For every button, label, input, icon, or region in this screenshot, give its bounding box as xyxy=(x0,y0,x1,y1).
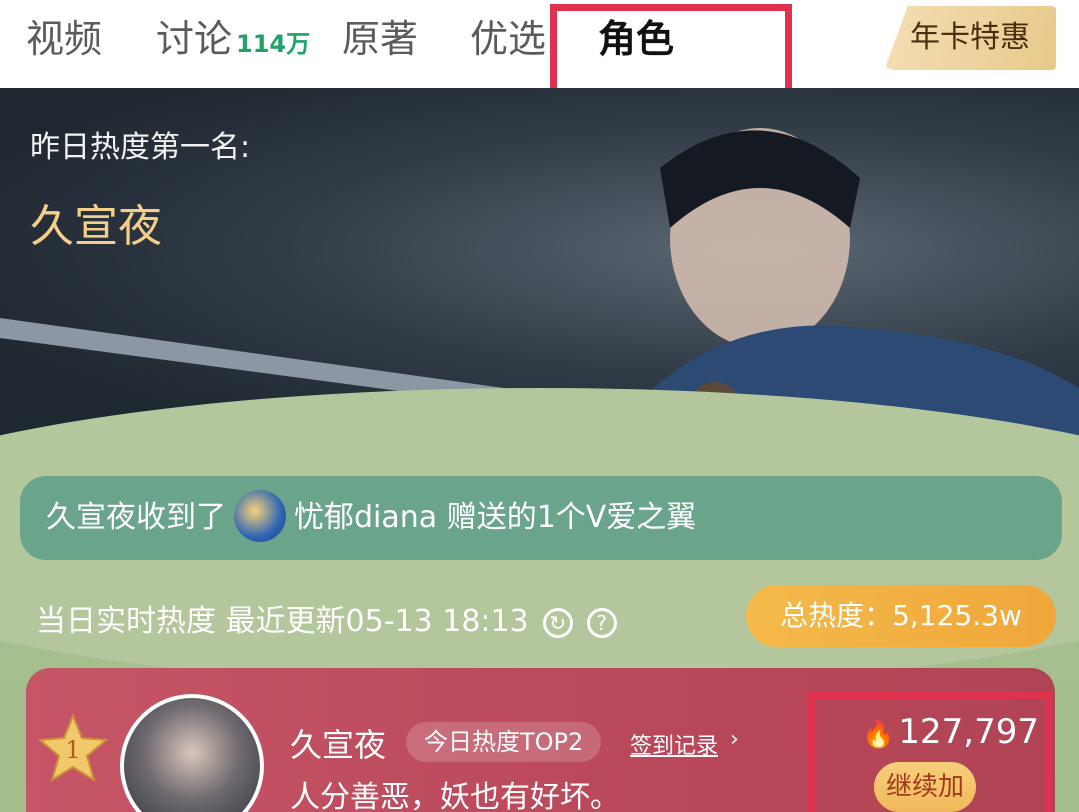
fire-icon: 🔥 xyxy=(862,720,895,750)
notice-prefix: 久宣夜收到了 xyxy=(46,500,226,535)
gifter-avatar xyxy=(234,489,286,542)
tab-label: 讨论 xyxy=(156,17,233,61)
character-heat: 🔥 127,797 xyxy=(862,712,1039,752)
tab-label: 原著 xyxy=(342,17,419,61)
tab-featured[interactable]: 优选 xyxy=(470,14,546,64)
discussion-count: 114万 xyxy=(236,30,311,58)
notice-text: 忧郁diana 赠送的1个V爱之翼 xyxy=(294,500,697,535)
tab-discussion[interactable]: 讨论 114万 xyxy=(156,14,310,69)
tab-video[interactable]: 视频 xyxy=(26,14,102,64)
realtime-heat-info: 当日实时热度 最近更新05-13 18:13 ↻? xyxy=(36,596,617,640)
character-name[interactable]: 久宣夜 xyxy=(290,720,386,766)
tab-characters[interactable]: 角色 xyxy=(598,14,674,64)
yesterday-top-label: 昨日热度第一名: xyxy=(30,130,251,165)
top-tab-bar: 视频 讨论 114万 原著 优选 角色 年卡特惠 xyxy=(0,0,1079,88)
refresh-icon[interactable]: ↻ xyxy=(542,607,573,638)
total-heat-pill[interactable]: 总热度：5,125.3w xyxy=(746,585,1056,647)
chevron-right-icon[interactable]: › xyxy=(730,727,739,752)
tab-label: 视频 xyxy=(26,17,103,61)
rank-number: 1 xyxy=(65,736,80,764)
character-motto: 人分善恶，妖也有好坏。 xyxy=(290,780,620,812)
tab-original-novel[interactable]: 原著 xyxy=(342,14,418,64)
help-icon[interactable]: ? xyxy=(586,607,617,638)
total-heat-label: 总热度：5,125.3w xyxy=(780,599,1022,632)
tab-label: 优选 xyxy=(470,17,547,61)
tab-label: 角色 xyxy=(598,17,675,61)
signin-record-link[interactable]: 签到记录 xyxy=(630,728,718,760)
gift-notice-banner[interactable]: 久宣夜收到了 忧郁diana 赠送的1个V爱之翼 xyxy=(20,476,1062,560)
annual-vip-button[interactable]: 年卡特惠 xyxy=(884,6,1056,70)
yesterday-top-name[interactable]: 久宣夜 xyxy=(30,190,162,254)
rank-badge-icon: 1 xyxy=(38,714,108,783)
continue-add-button[interactable]: 继续加 xyxy=(874,762,976,812)
today-top-tag: 今日热度TOP2 xyxy=(406,722,602,762)
vip-label: 年卡特惠 xyxy=(910,20,1030,55)
heat-value: 127,797 xyxy=(898,712,1039,752)
realtime-heat-text: 当日实时热度 最近更新05-13 18:13 xyxy=(36,604,529,639)
